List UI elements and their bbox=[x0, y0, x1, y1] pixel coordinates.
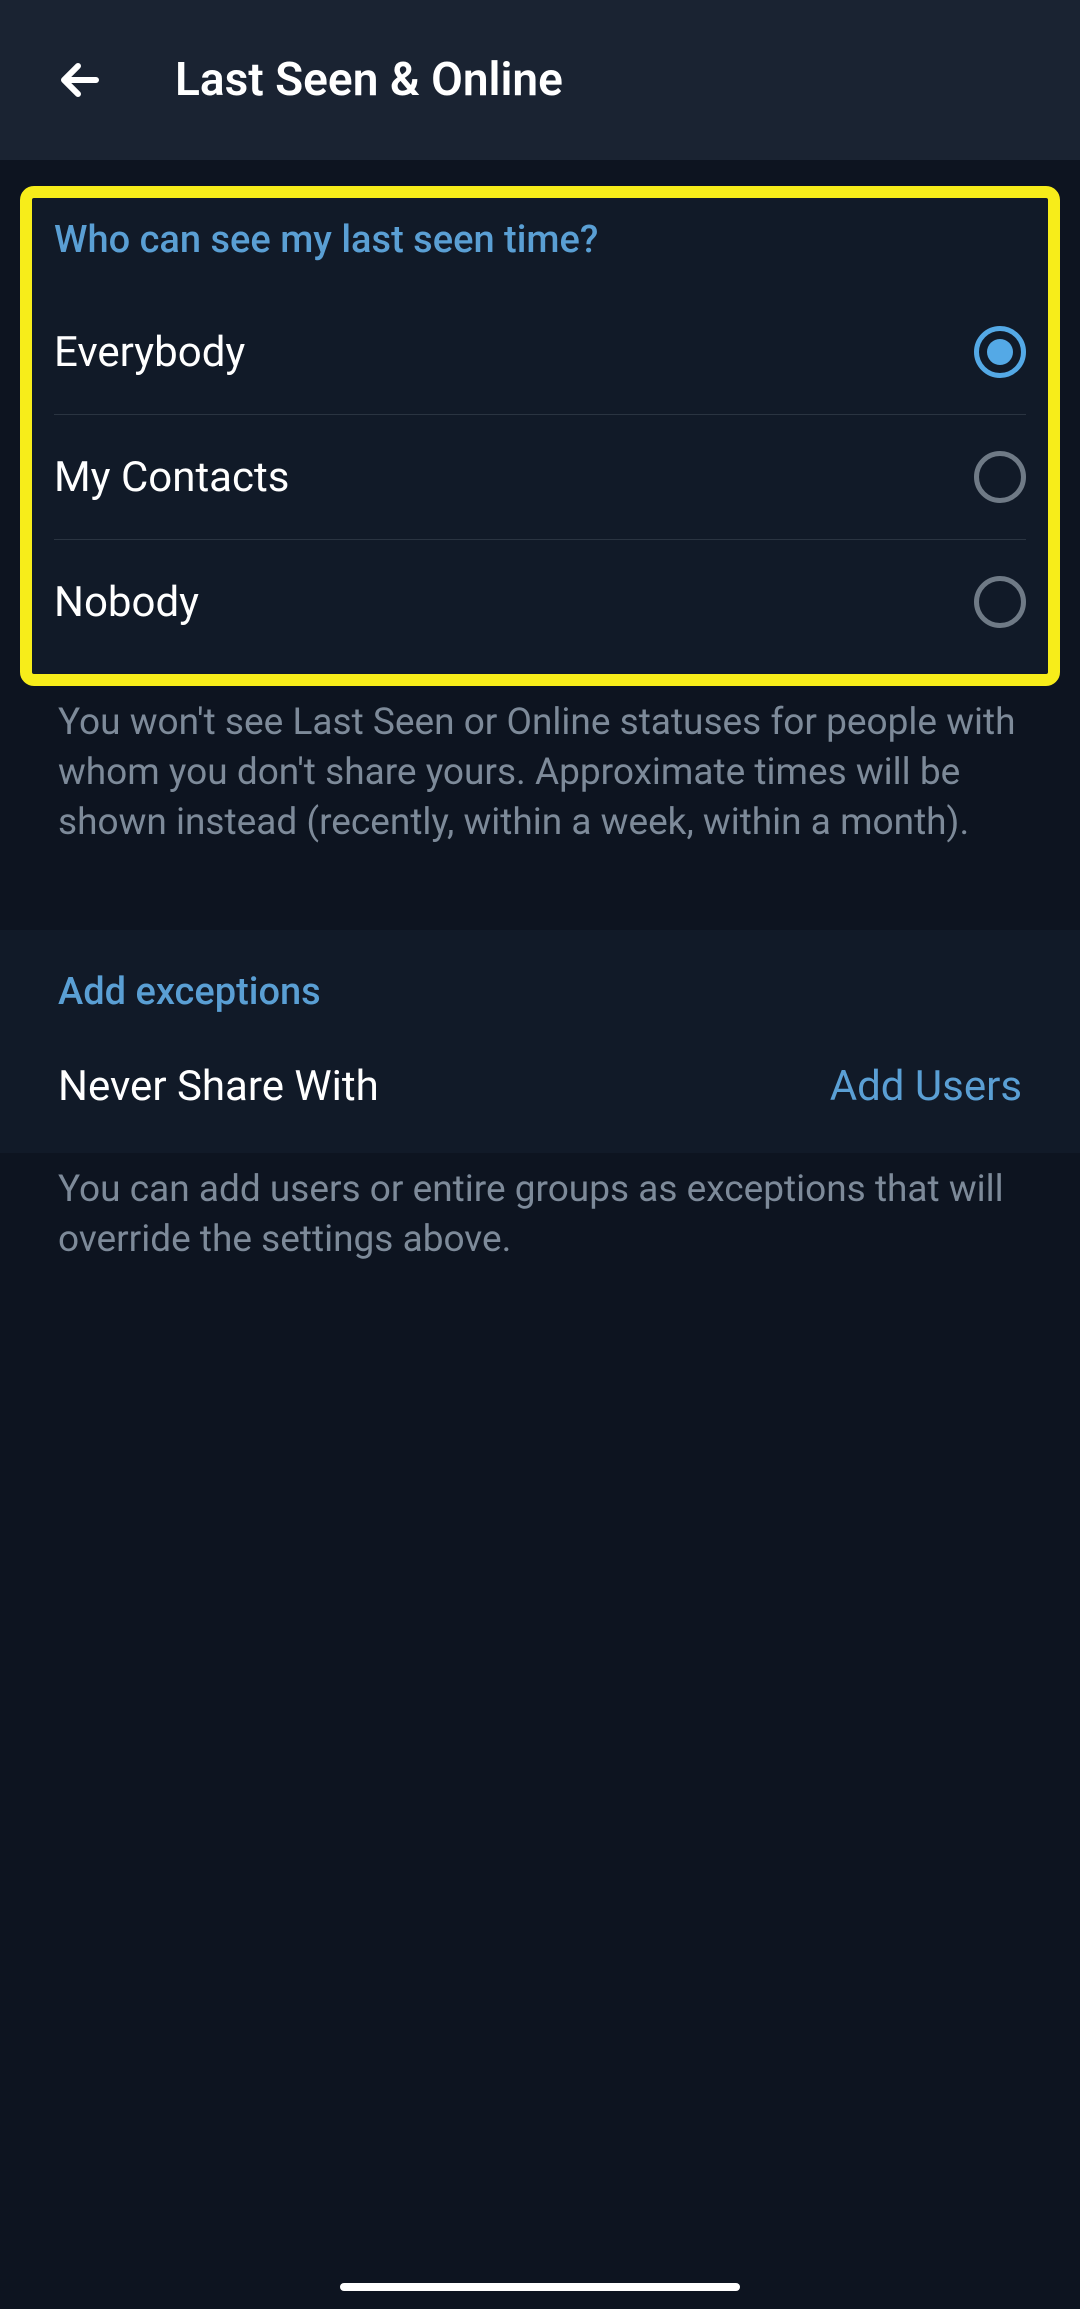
home-indicator[interactable] bbox=[340, 2283, 740, 2291]
radio-button-icon bbox=[974, 451, 1026, 503]
radio-label: Nobody bbox=[54, 578, 199, 627]
exceptions-section: Add exceptions Never Share With Add User… bbox=[0, 930, 1080, 1153]
last-seen-section-highlight: Who can see my last seen time? Everybody… bbox=[20, 186, 1060, 686]
page-title: Last Seen & Online bbox=[175, 53, 563, 107]
radio-label: Everybody bbox=[54, 328, 245, 377]
radio-button-icon bbox=[974, 576, 1026, 628]
radio-button-icon bbox=[974, 326, 1026, 378]
radio-option-my-contacts[interactable]: My Contacts bbox=[54, 415, 1026, 540]
last-seen-description: You won't see Last Seen or Online status… bbox=[0, 686, 1080, 906]
exceptions-section-title: Add exceptions bbox=[0, 930, 1080, 1032]
radio-option-nobody[interactable]: Nobody bbox=[54, 540, 1026, 664]
exceptions-description: You can add users or entire groups as ex… bbox=[0, 1153, 1080, 1323]
never-share-with-row[interactable]: Never Share With Add Users bbox=[0, 1032, 1080, 1153]
add-users-link[interactable]: Add Users bbox=[830, 1062, 1022, 1111]
radio-option-everybody[interactable]: Everybody bbox=[54, 290, 1026, 415]
last-seen-section-title: Who can see my last seen time? bbox=[54, 218, 1026, 262]
never-share-with-label: Never Share With bbox=[58, 1062, 379, 1111]
back-icon[interactable] bbox=[50, 50, 110, 110]
radio-label: My Contacts bbox=[54, 453, 289, 502]
header: Last Seen & Online bbox=[0, 0, 1080, 160]
